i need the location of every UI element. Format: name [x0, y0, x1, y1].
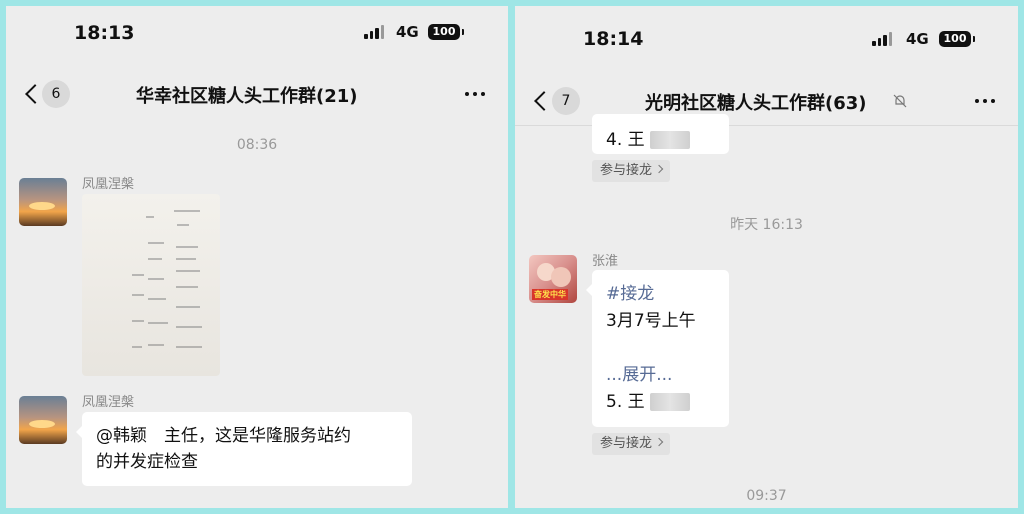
network-label: 4G	[396, 23, 419, 41]
battery-icon: 100	[939, 31, 975, 47]
sender-name: 凤凰涅槃	[82, 177, 135, 192]
unread-count-badge[interactable]: 7	[552, 87, 580, 115]
join-chain-label: 参与接龙	[600, 436, 653, 451]
mute-bell-icon	[893, 94, 907, 108]
message-timestamp: 昨天 16:13	[730, 217, 803, 233]
image-message[interactable]	[82, 194, 220, 376]
expand-link[interactable]: ...展开...	[606, 362, 715, 389]
sender-avatar[interactable]: 奋发中华	[529, 255, 577, 303]
text-message-bubble[interactable]: @韩颖 主任，这是华隆服务站约 的并发症检查	[76, 412, 412, 486]
status-time: 18:14	[583, 28, 644, 50]
battery-icon: 100	[428, 24, 464, 40]
chevron-right-icon	[654, 164, 664, 174]
message-line: 3月7号上午	[606, 311, 696, 331]
join-chain-button[interactable]: 参与接龙	[592, 160, 671, 182]
redacted-name	[650, 393, 691, 411]
sender-name: 张淮	[592, 254, 619, 269]
status-bar: 18:13 4G 100	[6, 6, 508, 66]
signal-icon	[872, 32, 892, 46]
join-chain-button[interactable]: 参与接龙	[592, 433, 671, 455]
status-bar: 18:14 4G 100	[515, 6, 1018, 66]
status-time: 18:13	[74, 22, 135, 44]
signal-icon	[364, 25, 384, 39]
partial-message-bubble[interactable]: 4. 王	[592, 114, 729, 154]
join-chain-label: 参与接龙	[600, 163, 653, 178]
back-arrow-icon[interactable]	[534, 91, 554, 111]
message-line: @韩颖 主任，这是华隆服务站约	[96, 426, 351, 446]
hashtag-link[interactable]: #接龙	[606, 281, 715, 308]
sender-avatar[interactable]	[19, 178, 67, 226]
chat-title: 华幸社区糖人头工作群(21)	[136, 86, 358, 107]
unread-count-badge[interactable]: 6	[42, 80, 70, 108]
sender-avatar[interactable]	[19, 396, 67, 444]
header-divider	[515, 125, 1018, 126]
redacted-name	[650, 131, 691, 149]
right-chat-screen: 18:14 4G 100 7 光明社区糖人头工作群(63) 4. 王 参与接龙 …	[515, 6, 1018, 508]
more-options-icon[interactable]	[975, 99, 995, 103]
sender-name: 凤凰涅槃	[82, 395, 135, 410]
more-options-icon[interactable]	[465, 92, 485, 96]
chat-header: 7 光明社区糖人头工作群(63)	[515, 83, 1018, 119]
left-chat-screen: 18:13 4G 100 6 华幸社区糖人头工作群(21) 08:36 凤凰涅槃	[6, 6, 508, 508]
chat-header: 6 华幸社区糖人头工作群(21)	[6, 76, 508, 112]
message-timestamp: 09:37	[746, 488, 787, 504]
network-label: 4G	[906, 30, 929, 48]
avatar-caption: 奋发中华	[532, 289, 568, 300]
solitaire-message-bubble[interactable]: #接龙 3月7号上午 ...展开... 5. 王	[586, 270, 729, 427]
list-item-text: 5. 王	[606, 392, 645, 412]
chat-title: 光明社区糖人头工作群(63)	[645, 93, 867, 114]
message-timestamp: 08:36	[236, 137, 278, 153]
message-line: 的并发症检查	[96, 452, 198, 472]
list-item-text: 4. 王	[606, 130, 645, 150]
chevron-right-icon	[654, 437, 664, 447]
